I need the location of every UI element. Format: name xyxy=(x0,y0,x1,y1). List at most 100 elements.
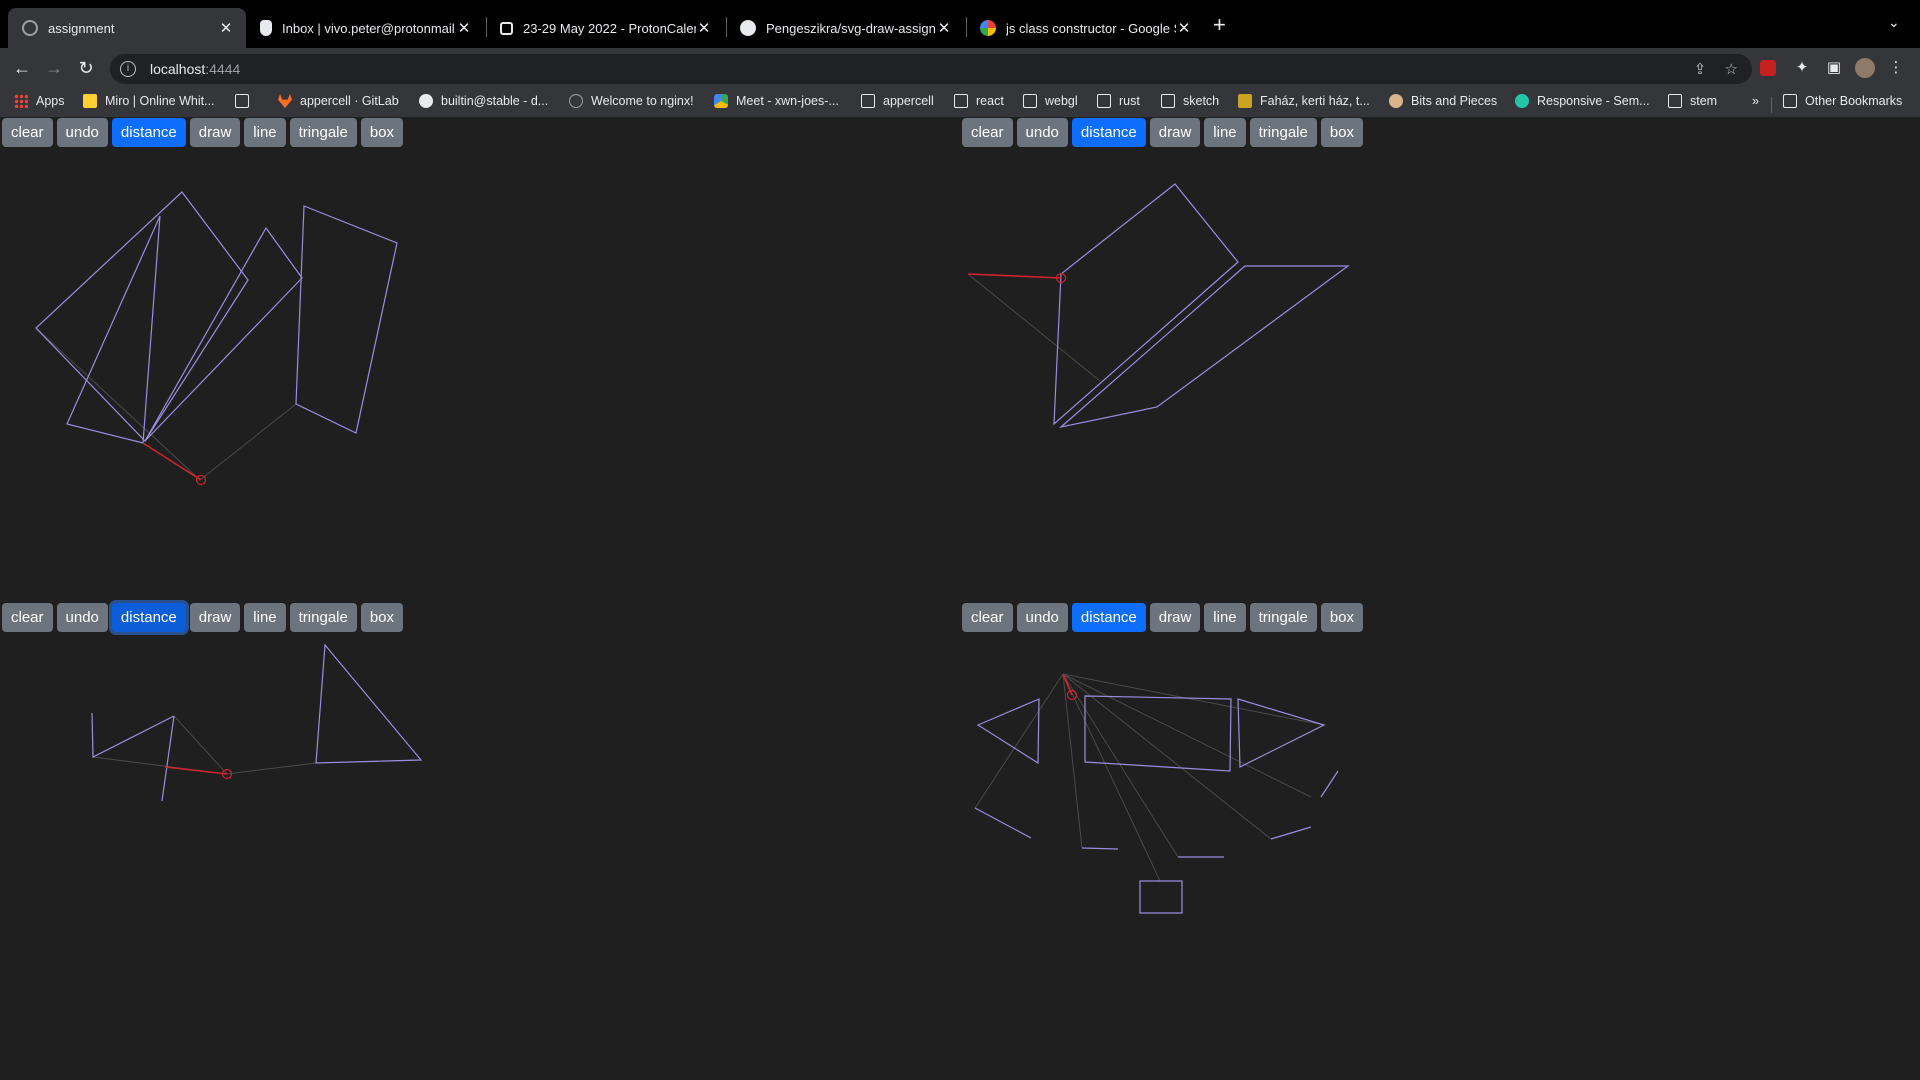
bookmark-meet[interactable]: Meet - xwn-joes-... xyxy=(714,94,839,108)
drawn-polygon xyxy=(1237,698,1326,768)
close-icon[interactable]: ✕ xyxy=(936,19,952,37)
bookmark-label: Apps xyxy=(36,94,65,108)
reload-icon[interactable]: ↻ xyxy=(72,54,100,82)
browser-toolbar: ← → ↻ i localhost:4444 ⇪ ☆ ✦ ▣ ⋮ xyxy=(0,48,1920,88)
github-icon xyxy=(740,20,756,36)
draw-panel: clear undo distance draw line tringale box xyxy=(0,118,960,603)
undo-button[interactable]: undo xyxy=(1016,118,1068,147)
bookmark-label: sketch xyxy=(1183,94,1220,108)
distance-guide-line xyxy=(199,403,297,481)
box-button[interactable]: box xyxy=(1320,603,1364,632)
bookmark-folder-rust[interactable]: rust xyxy=(1097,94,1140,108)
drawing-canvas[interactable] xyxy=(960,154,1920,509)
new-tab-button[interactable]: + xyxy=(1213,12,1226,38)
bookmark-apps[interactable]: Apps xyxy=(14,94,65,108)
tringale-button[interactable]: tringale xyxy=(1249,603,1317,632)
distance-button[interactable]: distance xyxy=(1071,603,1146,632)
tab-github[interactable]: Pengeszikra/svg-draw-assignm ✕ xyxy=(726,8,964,48)
clear-button[interactable]: clear xyxy=(962,118,1013,147)
clear-button[interactable]: clear xyxy=(2,118,53,147)
drawn-line xyxy=(1270,826,1312,840)
extensions-puzzle-icon[interactable]: ✦ xyxy=(1792,58,1812,78)
bookmark-gitlab[interactable]: appercell · GitLab xyxy=(278,94,399,108)
bookmark-folder-react[interactable]: react xyxy=(954,94,1004,108)
bookmark-fahaz[interactable]: Faház, kerti ház, t... xyxy=(1238,94,1370,108)
toolbar-buttons: clear undo distance draw line tringale box xyxy=(962,118,1367,147)
apps-grid-icon xyxy=(14,94,28,108)
drawn-line xyxy=(974,807,1032,839)
tringale-button[interactable]: tringale xyxy=(1249,118,1317,147)
draw-button[interactable]: draw xyxy=(1149,118,1201,147)
draw-button[interactable]: draw xyxy=(1149,603,1201,632)
toolbar-buttons: clear undo distance draw line tringale box xyxy=(2,603,407,632)
distance-button[interactable]: distance xyxy=(111,118,186,147)
more-menu-icon[interactable]: ⋮ xyxy=(1886,58,1906,78)
bookmark-bits-and-pieces[interactable]: Bits and Pieces xyxy=(1389,94,1497,108)
distance-button[interactable]: distance xyxy=(1071,118,1146,147)
box-button[interactable]: box xyxy=(360,603,404,632)
close-icon[interactable]: ✕ xyxy=(218,19,234,37)
distance-button[interactable]: distance xyxy=(111,603,186,632)
gitlab-icon xyxy=(278,94,292,108)
clear-button[interactable]: clear xyxy=(2,603,53,632)
folder-icon xyxy=(954,94,968,108)
tab-protoncalendar[interactable]: 23-29 May 2022 - ProtonCalen ✕ xyxy=(486,8,724,48)
box-button[interactable]: box xyxy=(360,118,404,147)
drawn-polygon xyxy=(1053,183,1239,426)
share-icon[interactable]: ⇪ xyxy=(1694,61,1707,78)
drawing-canvas[interactable] xyxy=(0,639,960,994)
close-icon[interactable]: ✕ xyxy=(456,19,472,37)
tab-assignment[interactable]: assignment ✕ xyxy=(8,8,246,48)
clear-button[interactable]: clear xyxy=(962,603,1013,632)
site-info-icon[interactable]: i xyxy=(120,61,136,77)
bookmark-label: react xyxy=(976,94,1004,108)
line-button[interactable]: line xyxy=(1204,118,1246,147)
bookmark-folder-sketch[interactable]: sketch xyxy=(1161,94,1219,108)
bookmark-other-bookmarks[interactable]: Other Bookmarks xyxy=(1783,94,1902,108)
drawn-polygon xyxy=(315,643,423,764)
globe-icon xyxy=(569,94,583,108)
avatar[interactable] xyxy=(1855,58,1875,78)
bookmark-nginx[interactable]: Welcome to nginx! xyxy=(569,94,694,108)
drawn-line xyxy=(161,715,175,802)
bookmark-label: appercell xyxy=(883,94,934,108)
bookmark-responsive[interactable]: Responsive - Sem... xyxy=(1515,94,1650,108)
bookmark-notion[interactable] xyxy=(235,94,257,108)
forward-arrow-icon[interactable]: → xyxy=(40,54,68,82)
undo-button[interactable]: undo xyxy=(56,603,108,632)
distance-guide-line xyxy=(1062,673,1161,882)
toolbar-buttons: clear undo distance draw line tringale box xyxy=(962,603,1367,632)
bookmark-folder-appercell[interactable]: appercell xyxy=(861,94,934,108)
tringale-button[interactable]: tringale xyxy=(289,118,357,147)
extension-red-icon[interactable] xyxy=(1760,60,1776,76)
folder-icon xyxy=(1161,94,1175,108)
side-panel-icon[interactable]: ▣ xyxy=(1824,58,1844,78)
line-button[interactable]: line xyxy=(244,603,286,632)
close-icon[interactable]: ✕ xyxy=(1176,19,1192,37)
close-icon[interactable]: ✕ xyxy=(696,19,712,37)
drawing-canvas[interactable] xyxy=(960,639,1920,994)
bookmark-folder-webgl[interactable]: webgl xyxy=(1023,94,1078,108)
draw-button[interactable]: draw xyxy=(189,118,241,147)
draw-button[interactable]: draw xyxy=(189,603,241,632)
box-button[interactable]: box xyxy=(1320,118,1364,147)
bookmarks-overflow-button[interactable]: » xyxy=(1752,94,1759,108)
address-bar[interactable]: i localhost:4444 ⇪ ☆ xyxy=(110,54,1752,84)
bookmark-miro[interactable]: Miro | Online Whit... xyxy=(83,94,215,108)
drawn-polygon xyxy=(976,698,1040,765)
bookmark-label: Welcome to nginx! xyxy=(591,94,694,108)
tab-google-search[interactable]: js class constructor - Google S ✕ xyxy=(966,8,1204,48)
back-arrow-icon[interactable]: ← xyxy=(8,54,36,82)
undo-button[interactable]: undo xyxy=(56,118,108,147)
tab-search-chevron-icon[interactable]: ⌄ xyxy=(1888,14,1900,31)
bookmark-label: Meet - xwn-joes-... xyxy=(736,94,839,108)
tab-protonmail[interactable]: Inbox | vivo.peter@protonmail.c ✕ xyxy=(246,8,484,48)
line-button[interactable]: line xyxy=(1204,603,1246,632)
bookmark-folder-stem[interactable]: stem xyxy=(1668,94,1717,108)
bookmark-star-icon[interactable]: ☆ xyxy=(1725,61,1738,78)
bookmark-builtin[interactable]: builtin@stable - d... xyxy=(419,94,548,108)
undo-button[interactable]: undo xyxy=(1016,603,1068,632)
drawing-canvas[interactable] xyxy=(0,154,960,509)
tringale-button[interactable]: tringale xyxy=(289,603,357,632)
line-button[interactable]: line xyxy=(244,118,286,147)
